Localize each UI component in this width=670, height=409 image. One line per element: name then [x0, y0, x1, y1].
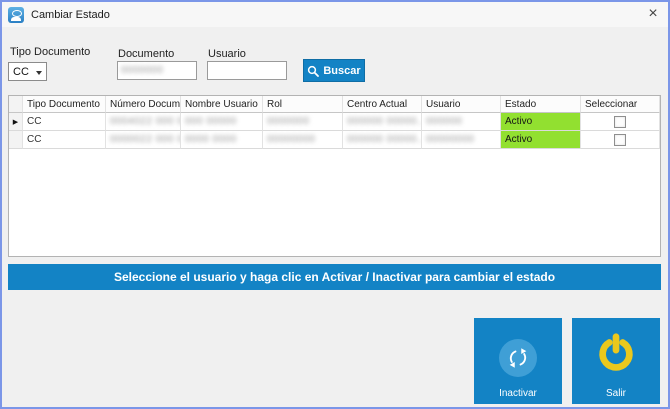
table-row[interactable]: ▶ CC 0004022 000 000 00 000 00000 00 00000…	[9, 113, 660, 131]
cell-nombre-redacted: 000 00000	[185, 116, 237, 127]
grid-header-row: Tipo Documento Número Docum... Nombre Us…	[9, 96, 660, 113]
window-title: Cambiar Estado	[31, 8, 110, 21]
cell-tipo: CC	[23, 131, 106, 149]
col-numero-documento: Número Docum...	[106, 96, 181, 113]
search-icon	[308, 65, 320, 77]
salir-label: Salir	[605, 388, 626, 399]
cell-usuario-redacted: 00000000	[426, 134, 475, 145]
cell-numero-redacted: 0004022 000 00000	[110, 116, 180, 127]
power-icon	[595, 332, 637, 379]
cell-rol-redacted: 00000000	[267, 134, 316, 145]
cell-tipo: CC	[23, 113, 106, 131]
row-selector-cell	[9, 131, 23, 149]
col-tipo-documento: Tipo Documento	[23, 96, 106, 113]
seleccionar-checkbox[interactable]	[614, 133, 626, 146]
row-selector-icon: ▶	[9, 113, 23, 131]
instruction-banner: Seleccione el usuario y haga clic en Act…	[8, 264, 661, 290]
documento-value-redacted: 0000000	[121, 65, 164, 76]
tipo-documento-select[interactable]: CC	[8, 62, 47, 81]
close-icon[interactable]: ×	[642, 4, 664, 24]
chevron-down-icon	[36, 71, 42, 75]
refresh-icon	[499, 339, 537, 377]
tipo-documento-label: Tipo Documento	[10, 46, 91, 58]
cell-numero-redacted: 0000022 000 00000	[110, 134, 180, 145]
col-usuario: Usuario	[422, 96, 501, 113]
seleccionar-checkbox[interactable]	[614, 115, 626, 128]
col-estado: Estado	[501, 96, 581, 113]
col-nombre-usuario: Nombre Usuario	[181, 96, 263, 113]
cell-rol-redacted: 0000000	[267, 116, 310, 127]
salir-button[interactable]: Salir	[572, 318, 660, 404]
col-centro-actual: Centro Actual	[343, 96, 422, 113]
inactivar-label: Inactivar	[499, 388, 537, 399]
cambiar-estado-dialog: Cambiar Estado × Tipo Documento CC Docum…	[0, 0, 670, 409]
cell-usuario-redacted: 000000	[426, 116, 463, 127]
titlebar: Cambiar Estado ×	[2, 2, 668, 27]
app-icon	[8, 6, 24, 23]
users-grid: Tipo Documento Número Docum... Nombre Us…	[8, 95, 661, 257]
cell-centro-redacted: 000000 00000...	[347, 134, 422, 145]
header-selector-cell	[9, 96, 23, 113]
usuario-label: Usuario	[208, 48, 246, 60]
tipo-documento-value: CC	[13, 65, 29, 78]
buscar-label: Buscar	[323, 64, 361, 77]
table-row[interactable]: CC 0000022 000 0000 0 000 0 0000 000 00000 …	[9, 131, 660, 149]
inactivar-button[interactable]: Inactivar	[474, 318, 562, 404]
documento-label: Documento	[118, 48, 175, 60]
col-rol: Rol	[263, 96, 343, 113]
col-seleccionar: Seleccionar	[581, 96, 660, 113]
documento-input[interactable]: 0000000	[117, 61, 197, 80]
status-badge: Activo	[501, 113, 581, 131]
status-badge: Activo	[501, 131, 581, 149]
cell-centro-redacted: 000000 00000...	[347, 116, 422, 127]
usuario-input[interactable]	[207, 61, 287, 80]
buscar-button[interactable]: Buscar	[303, 59, 365, 82]
cell-nombre-redacted: 0000 0000	[185, 134, 237, 145]
